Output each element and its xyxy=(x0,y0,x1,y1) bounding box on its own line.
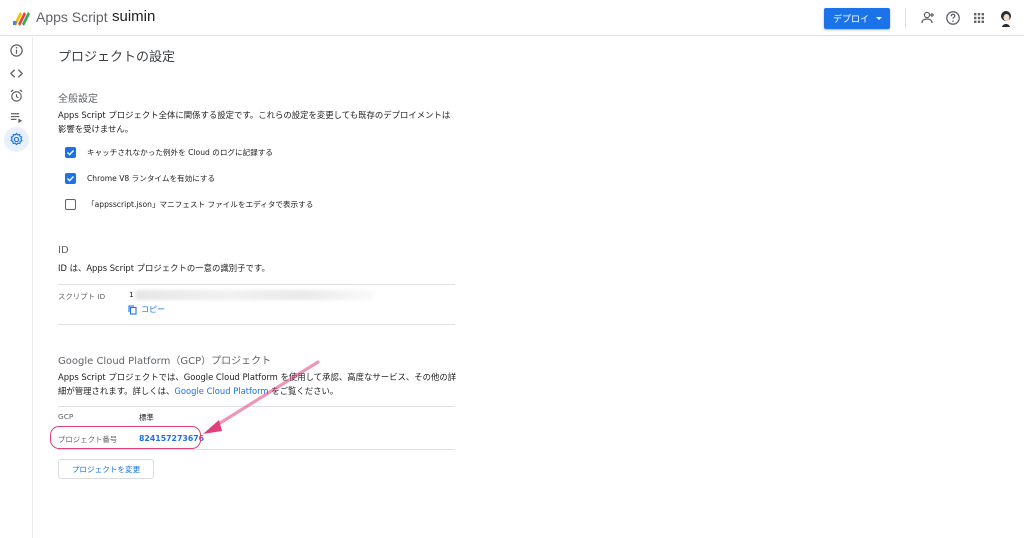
avatar-icon xyxy=(1001,11,1011,27)
apps-grid-icon[interactable] xyxy=(971,10,987,26)
gcp-value: 標準 xyxy=(139,413,154,422)
deploy-button-label: デプロイ xyxy=(833,15,870,25)
checkbox-show-manifest[interactable] xyxy=(65,199,76,210)
top-bar: Apps Script suimin デプロイ xyxy=(0,0,1024,36)
project-name[interactable]: suimin xyxy=(112,8,155,25)
check-icon xyxy=(67,150,75,156)
executions-icon[interactable] xyxy=(9,110,24,125)
gcp-learn-more-link[interactable]: Google Cloud Platform xyxy=(174,386,268,396)
app-title: Apps Script xyxy=(36,9,108,25)
script-id-value: 1 xyxy=(129,290,134,299)
alarm-icon[interactable] xyxy=(9,88,24,103)
checkbox-label-cloud-logging: キャッチされなかった例外を Cloud のログに記録する xyxy=(87,148,273,157)
script-id-redacted xyxy=(135,290,373,300)
checkbox-cloud-logging[interactable] xyxy=(65,147,76,158)
project-number-highlight xyxy=(50,426,201,449)
checkbox-label-show-manifest: 「appsscript.json」マニフェスト ファイルをエディタで表示する xyxy=(87,200,314,209)
divider xyxy=(58,284,455,285)
apps-script-logo-icon[interactable] xyxy=(12,9,32,27)
copy-icon xyxy=(128,304,137,315)
add-person-icon[interactable] xyxy=(919,10,935,26)
page-title: プロジェクトの設定 xyxy=(58,50,176,65)
gear-icon[interactable] xyxy=(9,132,24,147)
divider xyxy=(58,406,455,407)
gcp-label: GCP xyxy=(58,412,74,421)
divider xyxy=(58,324,455,325)
chevron-down-icon xyxy=(876,17,882,20)
gcp-section-title: Google Cloud Platform（GCP）プロジェクト xyxy=(58,356,272,367)
info-icon[interactable] xyxy=(9,43,24,58)
copy-button[interactable]: コピー xyxy=(128,304,165,315)
gcp-section-description: Apps Script プロジェクトでは、Google Cloud Platfo… xyxy=(58,370,458,398)
copy-label: コピー xyxy=(141,305,165,314)
sidebar xyxy=(0,37,33,538)
checkbox-v8-runtime[interactable] xyxy=(65,173,76,184)
code-icon[interactable] xyxy=(9,66,24,81)
change-project-button[interactable]: プロジェクトを変更 xyxy=(58,459,154,479)
deploy-button[interactable]: デプロイ xyxy=(824,8,890,29)
checkbox-label-v8-runtime: Chrome V8 ランタイムを有効にする xyxy=(87,174,216,183)
toolbar-divider xyxy=(905,8,906,28)
general-settings-title: 全般設定 xyxy=(58,94,98,105)
general-settings-description: Apps Script プロジェクト全体に関係する設定です。これらの設定を変更し… xyxy=(58,110,451,134)
id-section-description: ID は、Apps Script プロジェクトの一意の識別子です。 xyxy=(58,263,270,273)
help-icon[interactable] xyxy=(945,10,961,26)
avatar[interactable] xyxy=(996,8,1016,28)
id-section-title: ID xyxy=(58,245,69,256)
gcp-description-tail: をご覧ください。 xyxy=(268,386,339,396)
check-icon xyxy=(67,176,75,182)
script-id-label: スクリプト ID xyxy=(58,292,106,301)
divider xyxy=(58,449,455,450)
